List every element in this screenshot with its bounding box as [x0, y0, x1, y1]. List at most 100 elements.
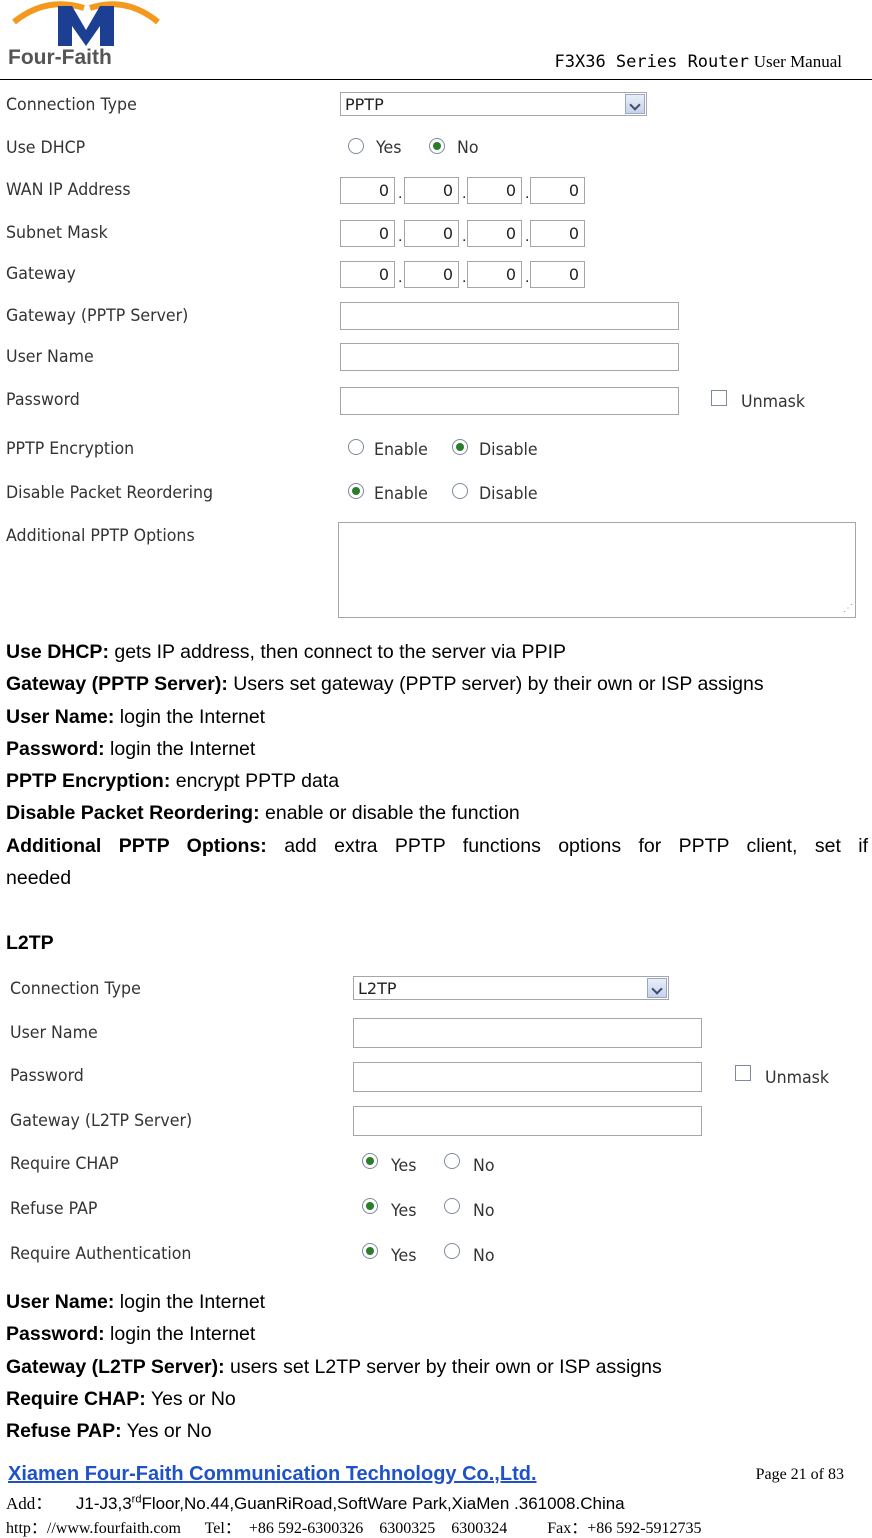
ip-separator: .	[525, 228, 530, 245]
use-dhcp-label: Use DHCP	[6, 138, 86, 158]
refuse-pap-no-label: No	[473, 1201, 495, 1221]
desc-additional-options: Additional PPTP Options: add extra PPTP …	[6, 835, 868, 857]
wan-ip-octet-3[interactable]: 0	[467, 177, 522, 204]
encryption-disable-radio[interactable]	[452, 439, 468, 455]
gateway-octet-3[interactable]: 0	[467, 261, 522, 288]
chevron-down-icon	[625, 94, 645, 114]
password-input[interactable]	[353, 1062, 702, 1092]
gateway-server-label: Gateway (PPTP Server)	[6, 306, 189, 326]
desc-use-dhcp: Use DHCP: gets IP address, then connect …	[6, 641, 566, 663]
footer-contact: http：//www.fourfaith.com Tel： +86 592-63…	[6, 1520, 702, 1537]
user-name-input[interactable]	[353, 1018, 702, 1048]
address-part: J1-J3,3	[75, 1494, 132, 1513]
ip-separator: .	[462, 228, 467, 245]
l2tp-desc-password: Password: login the Internet	[6, 1323, 256, 1345]
l2tp-desc-require-chap: Require CHAP: Yes or No	[6, 1388, 236, 1410]
gateway-octet-4[interactable]: 0	[530, 261, 585, 288]
reorder-enable-label: Enable	[374, 484, 428, 504]
ip-separator: .	[398, 269, 403, 286]
user-name-label: User Name	[6, 347, 94, 367]
require-chap-no-radio[interactable]	[444, 1153, 460, 1169]
connection-type-select[interactable]: PPTP	[340, 92, 647, 116]
company-logo: Four-Faith	[6, 0, 166, 70]
footer-company-link[interactable]: Xiamen Four-Faith Communication Technolo…	[8, 1463, 537, 1486]
use-dhcp-yes-radio[interactable]	[348, 138, 364, 154]
manual-label: User Manual	[753, 52, 842, 71]
use-dhcp-no-label: No	[457, 138, 479, 158]
refuse-pap-yes-radio[interactable]	[362, 1198, 378, 1214]
connection-type-value: L2TP	[358, 979, 397, 998]
wan-ip-octet-2[interactable]: 0	[404, 177, 459, 204]
connection-type-select[interactable]: L2TP	[353, 976, 669, 1000]
refuse-pap-yes-label: Yes	[391, 1201, 417, 1221]
desc-password: Password: login the Internet	[6, 738, 256, 760]
logo-mark: Four-Faith	[8, 1, 160, 69]
unmask-checkbox[interactable]	[711, 390, 727, 406]
reorder-disable-label: Disable	[479, 484, 538, 504]
ip-separator: .	[398, 228, 403, 245]
unmask-label: Unmask	[741, 392, 806, 412]
unmask-label: Unmask	[765, 1068, 830, 1088]
gateway-octet-1[interactable]: 0	[340, 261, 395, 288]
pptp-encryption-label: PPTP Encryption	[6, 439, 135, 459]
header-title: F3X36 Series Router User Manual	[555, 52, 842, 72]
header-rule	[0, 79, 872, 80]
desc-additional-options-cont: needed	[6, 867, 72, 889]
page-number: Page 21 of 83	[755, 1466, 844, 1483]
resize-grip-icon[interactable]: ⋰	[843, 603, 853, 614]
wan-ip-octet-1[interactable]: 0	[340, 177, 395, 204]
user-name-label: User Name	[10, 1023, 98, 1043]
ip-separator: .	[525, 269, 530, 286]
gateway-server-label: Gateway (L2TP Server)	[10, 1111, 193, 1131]
user-name-input[interactable]	[340, 343, 679, 371]
desc-pptp-encryption: PPTP Encryption: encrypt PPTP data	[6, 770, 340, 792]
encryption-enable-label: Enable	[374, 440, 428, 460]
ip-separator: .	[398, 185, 403, 202]
section-heading-l2tp: L2TP	[6, 932, 54, 954]
subnet-octet-3[interactable]: 0	[467, 220, 522, 247]
svg-text:Four-Faith: Four-Faith	[8, 46, 112, 69]
reorder-enable-radio[interactable]	[348, 483, 364, 499]
l2tp-desc-user-name: User Name: login the Internet	[6, 1291, 266, 1313]
address-part: Floor,No.44,GuanRiRoad,SoftWare Park,Xia…	[141, 1494, 625, 1513]
ip-separator: .	[525, 185, 530, 202]
password-input[interactable]	[340, 387, 679, 415]
require-chap-yes-label: Yes	[391, 1156, 417, 1176]
subnet-octet-4[interactable]: 0	[530, 220, 585, 247]
require-auth-no-radio[interactable]	[444, 1243, 460, 1259]
wan-ip-label: WAN IP Address	[6, 180, 131, 200]
gateway-server-input[interactable]	[340, 302, 679, 330]
encryption-disable-label: Disable	[479, 440, 538, 460]
gateway-server-input[interactable]	[353, 1106, 702, 1136]
l2tp-desc-refuse-pap: Refuse PAP: Yes or No	[6, 1420, 212, 1442]
address-label: Add：	[6, 1494, 53, 1513]
unmask-checkbox[interactable]	[735, 1065, 751, 1081]
refuse-pap-no-radio[interactable]	[444, 1198, 460, 1214]
connection-type-label: Connection Type	[10, 979, 141, 999]
password-label: Password	[10, 1066, 84, 1086]
refuse-pap-label: Refuse PAP	[10, 1199, 98, 1219]
gateway-octet-2[interactable]: 0	[404, 261, 459, 288]
require-auth-yes-radio[interactable]	[362, 1243, 378, 1259]
ip-separator: .	[462, 269, 467, 286]
connection-type-value: PPTP	[345, 95, 384, 114]
require-chap-yes-radio[interactable]	[362, 1153, 378, 1169]
desc-packet-reordering: Disable Packet Reordering: enable or dis…	[6, 802, 520, 824]
password-label: Password	[6, 390, 80, 410]
use-dhcp-no-radio[interactable]	[429, 138, 445, 154]
additional-options-textarea[interactable]: ⋰	[338, 522, 856, 618]
wan-ip-octet-4[interactable]: 0	[530, 177, 585, 204]
subnet-octet-1[interactable]: 0	[340, 220, 395, 247]
encryption-enable-radio[interactable]	[348, 439, 364, 455]
desc-user-name: User Name: login the Internet	[6, 706, 266, 728]
desc-gateway-pptp: Gateway (PPTP Server): Users set gateway…	[6, 673, 764, 695]
ip-separator: .	[462, 185, 467, 202]
series-name: F3X36 Series Router	[554, 52, 749, 72]
require-chap-label: Require CHAP	[10, 1154, 119, 1174]
footer-address: Add： J1-J3,3rdFloor,No.44,GuanRiRoad,Sof…	[6, 1489, 625, 1514]
reorder-disable-radio[interactable]	[452, 483, 468, 499]
l2tp-desc-gateway: Gateway (L2TP Server): users set L2TP se…	[6, 1356, 662, 1378]
subnet-octet-2[interactable]: 0	[404, 220, 459, 247]
subnet-mask-label: Subnet Mask	[6, 223, 108, 243]
require-chap-no-label: No	[473, 1156, 495, 1176]
